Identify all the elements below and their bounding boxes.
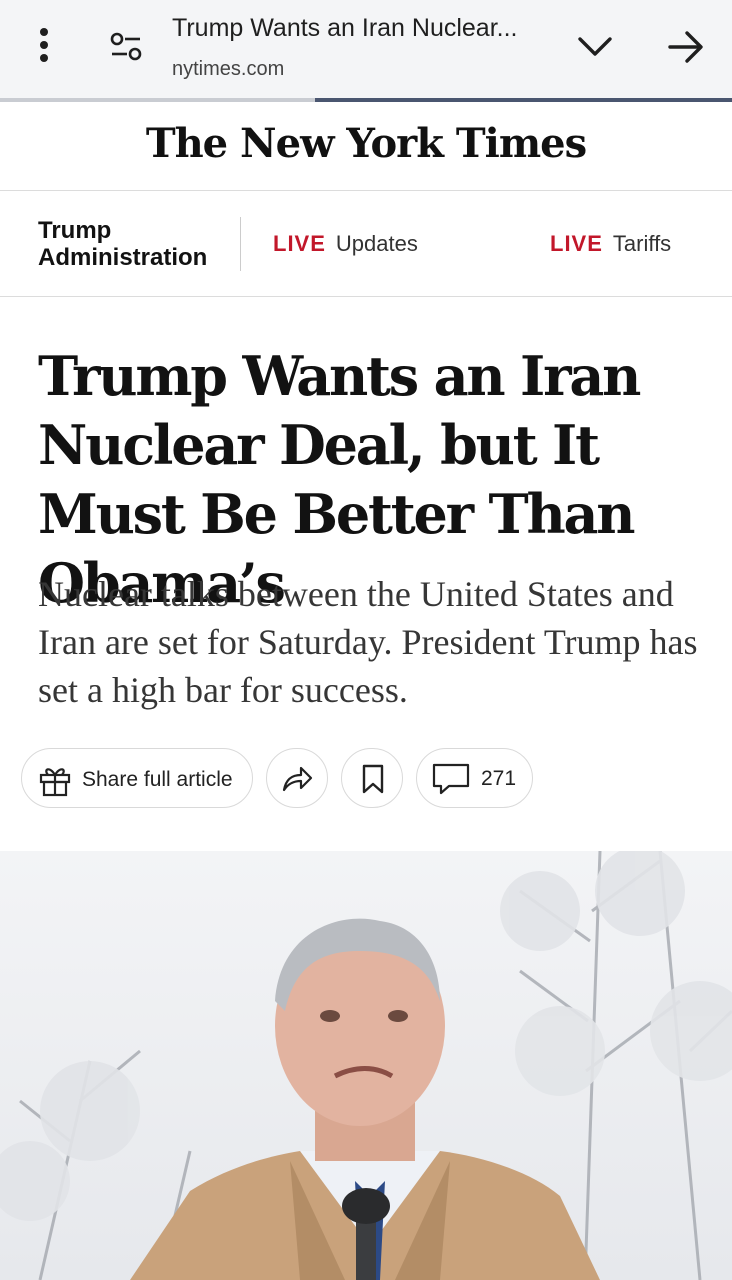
nav-link-live-tariffs[interactable]: LIVE Tariffs xyxy=(550,231,671,257)
section-nav: Trump Administration LIVE Updates LIVE Tar… xyxy=(0,191,732,297)
page-title[interactable]: Trump Wants an Iran Nuclear... xyxy=(172,14,518,43)
masthead: The New York Times xyxy=(0,102,732,191)
share-button[interactable] xyxy=(266,748,328,808)
comment-count: 271 xyxy=(481,767,517,790)
tune-icon[interactable] xyxy=(108,30,146,64)
nav-divider xyxy=(240,217,241,271)
share-arrow-icon xyxy=(282,766,313,792)
nav-link-label: Updates xyxy=(335,231,418,256)
live-tag: LIVE xyxy=(273,231,326,256)
section-label-text: Trump Administration xyxy=(38,217,208,271)
article-hero-image[interactable] xyxy=(0,851,732,1280)
url-domain[interactable]: nytimes.com xyxy=(172,58,284,81)
chevron-down-icon[interactable] xyxy=(574,26,616,68)
bookmark-icon xyxy=(362,764,384,794)
gift-icon xyxy=(39,768,71,797)
section-label[interactable]: Trump Administration xyxy=(38,217,218,271)
browser-toolbar: Trump Wants an Iran Nuclear... nytimes.c… xyxy=(0,0,732,98)
share-label: Share full article xyxy=(82,768,233,791)
nav-link-label: Tariffs xyxy=(612,231,672,256)
photo-illustration xyxy=(0,851,732,1280)
nav-link-live-updates[interactable]: LIVE Updates xyxy=(273,231,418,257)
nyt-logo[interactable]: The New York Times xyxy=(0,120,732,167)
comment-icon xyxy=(432,763,470,795)
save-button[interactable] xyxy=(341,748,403,808)
article-summary: Nuclear talks between the United States … xyxy=(38,574,698,710)
share-full-article-button[interactable]: Share full article xyxy=(21,748,253,808)
arrow-forward-icon[interactable] xyxy=(664,26,708,68)
comments-button[interactable]: 271 xyxy=(416,748,533,808)
live-tag: LIVE xyxy=(550,231,603,256)
more-vert-icon[interactable] xyxy=(30,28,58,68)
